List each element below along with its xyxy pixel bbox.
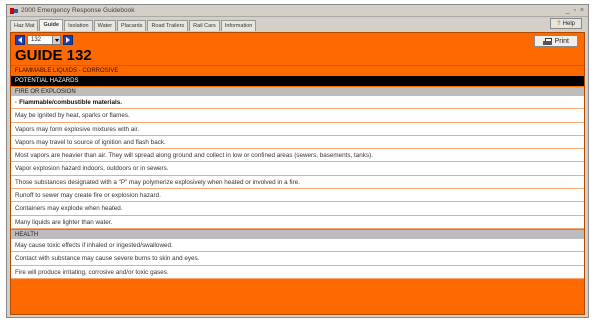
list-item-text: Containers may explode when heated. xyxy=(15,205,123,213)
guide-panel: 132 Print GUIDE 132 FLAMMABLE LIQUIDS - … xyxy=(10,32,585,315)
print-button[interactable]: Print xyxy=(533,35,578,47)
list-item: · Flammable/combustible materials. xyxy=(11,96,584,110)
chevron-down-icon[interactable] xyxy=(52,36,60,44)
prev-guide-button[interactable] xyxy=(15,35,25,45)
guide-number-select[interactable]: 132 xyxy=(27,35,61,45)
tab-isolation[interactable]: Isolation xyxy=(64,20,93,31)
help-icon: ? xyxy=(556,20,561,27)
tab-guide[interactable]: Guide xyxy=(39,19,64,31)
tab-bar: Haz Mat Guide Isolation Water Placards Road T… xyxy=(7,17,588,31)
tab-water[interactable]: Water xyxy=(93,20,117,31)
list-item: Fire will produce irritating, corrosive … xyxy=(11,266,584,279)
list-item-text: Many liquids are lighter than water. xyxy=(15,218,113,226)
list-item-text: Vapors may form explosive mixtures with … xyxy=(15,125,140,133)
tab-rail-cars[interactable]: Rail Cars xyxy=(189,20,220,31)
print-label: Print xyxy=(554,37,569,45)
bullet-icon: · xyxy=(15,99,18,106)
list-item: Those substances designated with a "P" m… xyxy=(11,176,584,190)
arrow-left-icon xyxy=(18,37,22,43)
list-item-text: Flammable/combustible materials. xyxy=(19,99,122,106)
list-item: Vapors may form explosive mixtures with … xyxy=(11,123,584,136)
guide-toolbar: 132 Print xyxy=(11,33,584,47)
list-item: May be ignited by heat, sparks or flames… xyxy=(11,109,584,123)
help-label: Help xyxy=(562,20,575,27)
list-item: Runoff to sewer may create fire or explo… xyxy=(11,189,584,203)
list-item: Vapor explosion hazard indoors, outdoors… xyxy=(11,162,584,176)
list-item-text: Runoff to sewer may create fire or explo… xyxy=(15,192,161,200)
tab-haz-mat[interactable]: Haz Mat xyxy=(10,20,39,31)
list-item: May cause toxic effects if inhaled or in… xyxy=(11,239,584,253)
list-item: Contact with substance may cause severe … xyxy=(11,252,584,266)
list-item-text: Most vapors are heavier than air. They w… xyxy=(15,152,373,160)
list-item: Most vapors are heavier than air. They w… xyxy=(11,149,584,163)
list-item-text: May cause toxic effects if inhaled or in… xyxy=(15,241,173,249)
app-icon xyxy=(10,7,18,15)
list-item-text: Fire will produce irritating, corrosive … xyxy=(15,268,169,276)
section-fire-explosion: FIRE OR EXPLOSION xyxy=(11,86,584,96)
list-item: Vapors may travel to source of ignition … xyxy=(11,136,584,150)
guide-subtitle: FLAMMABLE LIQUIDS - CORROSIVE xyxy=(11,65,584,76)
health-items-list: May cause toxic effects if inhaled or in… xyxy=(11,238,584,279)
guide-number-value: 132 xyxy=(31,37,42,43)
printer-icon xyxy=(542,37,552,45)
help-button[interactable]: ? Help xyxy=(549,18,582,29)
list-item-text: Vapors may travel to source of ignition … xyxy=(15,138,166,146)
tab-placards[interactable]: Placards xyxy=(117,20,147,31)
list-item: Containers may explode when heated. xyxy=(11,202,584,216)
guide-title: GUIDE 132 xyxy=(15,47,92,64)
tab-road-trailers[interactable]: Road Trailers xyxy=(147,20,189,31)
list-item: Many liquids are lighter than water. xyxy=(11,216,584,229)
list-item-text: May be ignited by heat, sparks or flames… xyxy=(15,112,130,120)
list-item-text: Contact with substance may cause severe … xyxy=(15,255,200,263)
section-potential-hazards: POTENTIAL HAZARDS xyxy=(11,76,584,86)
section-health: HEALTH xyxy=(11,228,584,239)
arrow-right-icon xyxy=(66,37,70,43)
next-guide-button[interactable] xyxy=(63,35,73,45)
app-window: 2000 Emergency Response Guidebook _ ▫ × … xyxy=(6,4,589,318)
list-item-text: Vapor explosion hazard indoors, outdoors… xyxy=(15,165,169,173)
tab-information[interactable]: Information xyxy=(220,20,257,31)
fire-items-list: · Flammable/combustible materials. May be … xyxy=(11,96,584,229)
list-item-text: Those substances designated with a "P" m… xyxy=(15,178,300,186)
title-bar: 2000 Emergency Response Guidebook _ ▫ × xyxy=(7,5,588,17)
window-title: 2000 Emergency Response Guidebook xyxy=(21,7,135,14)
window-controls[interactable]: _ ▫ × xyxy=(566,7,585,14)
